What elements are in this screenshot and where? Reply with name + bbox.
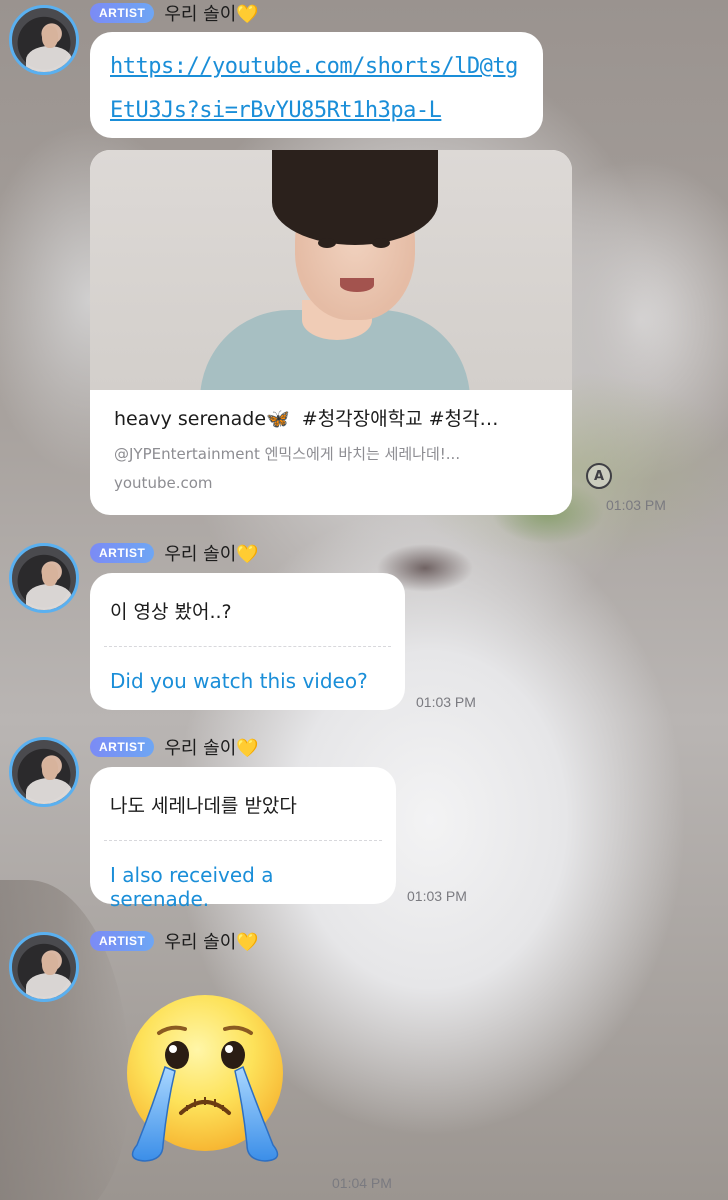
avatar[interactable] [9,737,79,807]
artist-badge: ARTIST [90,3,155,23]
message-time: 01:03 PM [407,888,467,904]
artist-badge: ARTIST [90,737,155,757]
preview-tags: #청각장애학교 #청각… [301,408,499,430]
original-text: 나도 세레나데를 받았다 [110,795,297,817]
heart-icon: 💛 [236,544,259,565]
message-header: ARTIST 우리 솔이💛 [90,928,259,954]
translated-message-bubble: 나도 세레나데를 받았다 I also received a serenade. [90,767,396,911]
artist-badge: ARTIST [90,543,155,563]
avatar[interactable] [9,932,79,1002]
avatar[interactable] [9,5,79,75]
heart-icon: 💛 [236,738,259,759]
message-time: 01:04 PM [332,1175,392,1191]
artist-badge: ARTIST [90,931,155,951]
message-time: 01:03 PM [416,694,476,710]
sender-name: 우리 솔이 [164,738,237,759]
message-header: ARTIST 우리 솔이💛 [90,734,259,760]
shared-link[interactable]: https://youtube.com/shorts/lD@tgEtU3Js?s… [90,32,543,146]
heart-icon: 💛 [236,4,259,25]
crying-face-emoji-icon [127,995,283,1162]
sender-name: 우리 솔이 [164,932,237,953]
preview-title-row: heavy serenade🦋 #청각장애학교 #청각… [114,404,548,431]
video-thumbnail [90,150,572,390]
preview-description: @JYPEntertainment 엔믹스에게 바치는 세레나데!... [114,445,461,463]
message-time: 01:03 PM [606,497,666,513]
preview-domain: youtube.com [114,474,213,492]
translate-icon[interactable]: A [586,463,612,489]
translated-message-bubble: 이 영상 봤어..? Did you watch this video? [90,573,405,710]
message-header: ARTIST 우리 솔이💛 [90,0,259,26]
original-text: 이 영상 봤어..? [110,601,232,623]
link-bubble: https://youtube.com/shorts/lD@tgEtU3Js?s… [90,32,543,138]
preview-title: heavy serenade [114,408,267,430]
heart-icon: 💛 [236,932,259,953]
message-header: ARTIST 우리 솔이💛 [90,540,259,566]
link-preview-card[interactable]: heavy serenade🦋 #청각장애학교 #청각… @JYPEnterta… [90,150,572,515]
translated-text: I also received a serenade. [110,863,274,911]
sender-name: 우리 솔이 [164,4,237,25]
sender-name: 우리 솔이 [164,544,237,565]
avatar[interactable] [9,543,79,613]
translated-text: Did you watch this video? [110,669,368,693]
butterfly-icon: 🦋 [266,408,290,430]
